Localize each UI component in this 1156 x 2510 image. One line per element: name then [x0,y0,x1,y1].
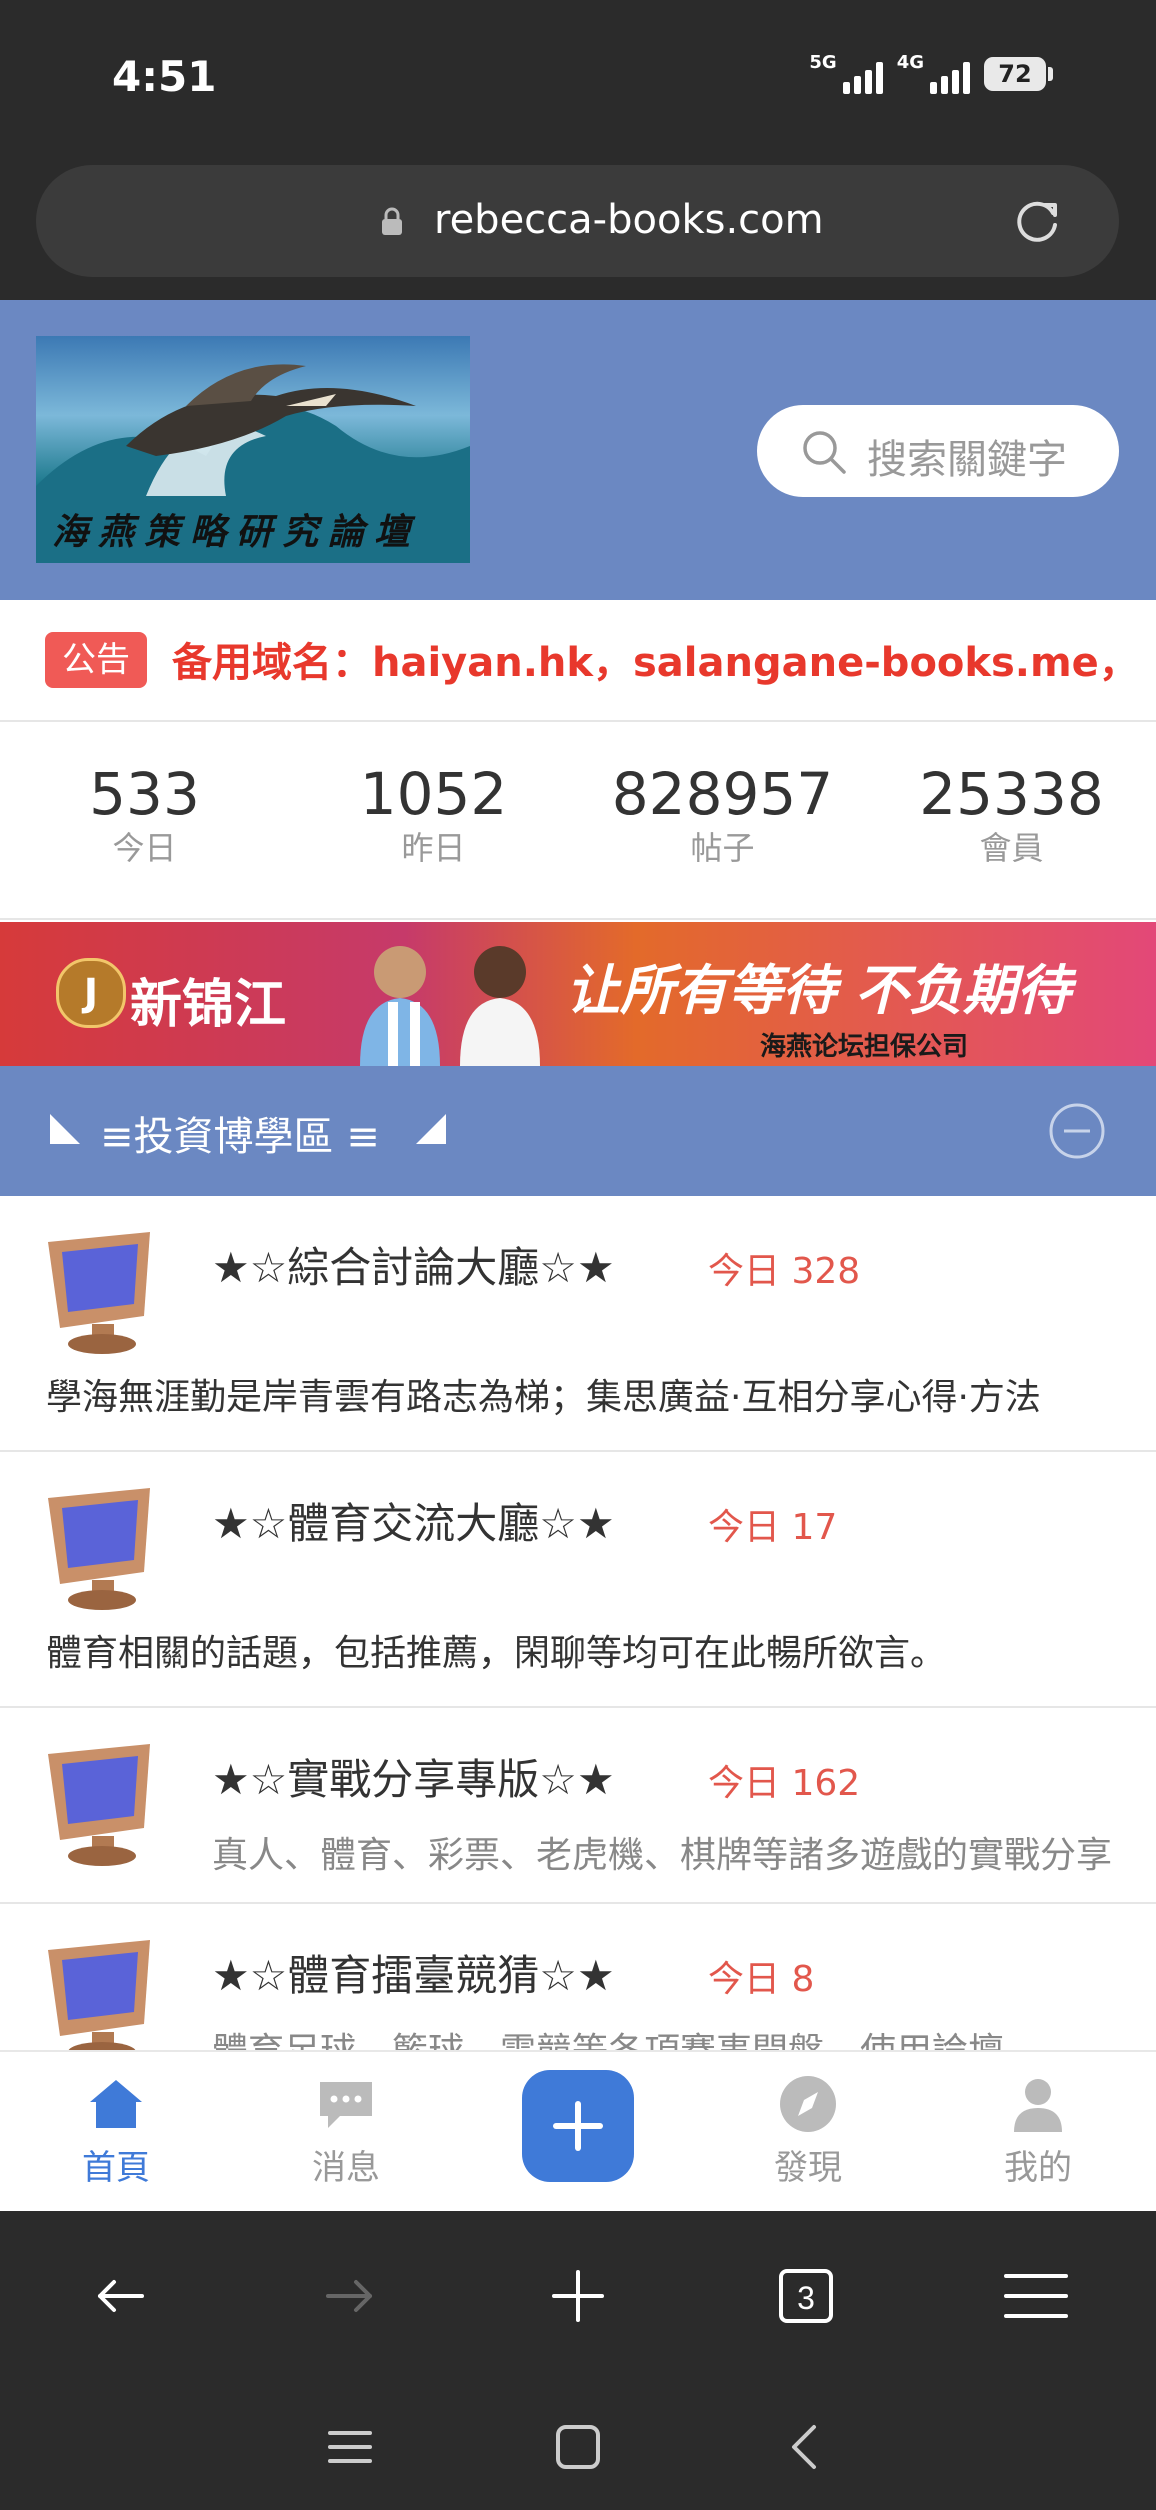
new-post-button[interactable] [522,2070,634,2182]
forum-today-count: 今日 162 [708,1763,861,1804]
recent-apps-icon[interactable] [320,2417,380,2477]
tab-discover[interactable]: 發現 [728,2072,888,2189]
tab-messages[interactable]: 消息 [266,2072,426,2189]
tabs-count-button[interactable]: 3 [766,2256,846,2336]
web-page: 海燕策略研究論壇 搜索關鍵字 公告 备用域名：haiyan.hk，salanga… [0,300,1156,2211]
forum-description: 體育相關的話題，包括推薦，閑聊等均可在此暢所欲言。 [46,1633,947,1674]
forum-today-count: 今日 328 [708,1251,861,1292]
banner-logo: J [56,958,126,1028]
site-logo[interactable]: 海燕策略研究論壇 [36,336,470,563]
plus-icon [553,2101,603,2151]
banner-brand: 新锦江 [130,975,287,1035]
search-icon [803,431,846,474]
computer-icon [48,1232,150,1354]
svg-text:3: 3 [797,2280,815,2316]
status-bar: 4:51 5G 4G 72 [0,0,1156,160]
forum-item[interactable]: ★☆體育交流大廳☆★ 今日 17 體育相關的話題，包括推薦，閑聊等均可在此暢所欲… [0,1452,1156,1708]
computer-icon [48,1940,150,2062]
browser-toolbar: 3 [0,2211,1156,2381]
section-title: ≡投資博學區 ≡ [100,1114,380,1160]
forum-name[interactable]: ★☆實戰分享專版☆★ [212,1746,615,1807]
home-square-icon[interactable] [548,2417,608,2477]
forward-arrow-icon[interactable] [310,2256,390,2336]
banner-slogan: 让所有等待 不负期待 [566,959,1071,1022]
stat-today: 533 今日 [89,760,200,867]
forum-item[interactable]: ★☆實戰分享專版☆★ 今日 162 真人、體育、彩票、老虎機、棋牌等諸多遊戲的實… [0,1708,1156,1904]
status-time: 4:51 [112,52,217,101]
search-placeholder: 搜索關鍵字 [867,437,1067,483]
forum-list: ★☆綜合討論大廳☆★ 今日 328 學海無涯勤是岸青雲有路志為梯；集思廣益·互相… [0,1196,1156,2100]
tab-home[interactable]: 首頁 [36,2072,196,2189]
battery-icon: 72 [984,57,1053,91]
collapse-icon[interactable] [1048,1102,1106,1160]
address-bar[interactable]: rebecca-books.com [36,165,1119,277]
forum-name[interactable]: ★☆體育擂臺競猜☆★ [212,1942,615,2003]
signal-4g-icon: 4G [897,54,970,94]
lock-icon [382,207,402,235]
announcement-bar[interactable]: 公告 备用域名：haiyan.hk，salangane-books.me， [0,600,1156,722]
system-back-icon[interactable] [774,2417,834,2477]
tab-mine[interactable]: 我的 [958,2072,1118,2189]
system-nav-bar [0,2381,1156,2510]
forum-name[interactable]: ★☆綜合討論大廳☆★ [212,1234,615,1295]
logo-text: 海燕策略研究論壇 [52,511,421,553]
status-icons: 5G 4G 72 [809,54,1053,94]
chat-bubble-icon [320,2082,372,2128]
user-icon [1014,2079,1062,2132]
stat-members: 25338 會員 [919,760,1104,867]
corner-right-icon [416,1114,446,1144]
forum-description: 真人、體育、彩票、老虎機、棋牌等諸多遊戲的實戰分享 [212,1835,1112,1876]
forum-item[interactable]: ★☆綜合討論大廳☆★ 今日 328 學海無涯勤是岸青雲有路志為梯；集思廣益·互相… [0,1196,1156,1452]
compass-icon [780,2076,836,2132]
forum-name[interactable]: ★☆體育交流大廳☆★ [212,1490,615,1551]
signal-5g-icon: 5G [809,54,883,94]
back-arrow-icon[interactable] [80,2256,160,2336]
forum-today-count: 今日 17 [708,1507,838,1548]
forum-stats: 533 今日 1052 昨日 828957 帖子 25338 會員 [0,722,1156,920]
reload-icon[interactable] [1009,193,1065,249]
computer-icon [48,1488,150,1610]
announcement-text[interactable]: 备用域名：haiyan.hk，salangane-books.me， [172,630,1139,688]
ad-banner[interactable]: J 新锦江 让所有等待 不负期待 海燕论坛担保公司 [0,922,1156,1066]
forum-description: 學海無涯勤是岸青雲有路志為梯；集思廣益·互相分享心得·方法 [46,1377,1041,1418]
home-icon [90,2080,142,2128]
announcement-tag: 公告 [45,632,147,688]
section-header[interactable]: ≡投資博學區 ≡ [0,1066,1156,1196]
players-image [360,946,540,1066]
stat-posts: 828957 帖子 [611,760,834,867]
search-input[interactable]: 搜索關鍵字 [757,405,1119,497]
corner-left-icon [50,1114,80,1144]
app-tab-bar: 首頁 消息 發現 我的 [0,2050,1156,2213]
stat-yesterday: 1052 昨日 [359,760,508,867]
site-header: 海燕策略研究論壇 搜索關鍵字 [0,300,1156,600]
new-tab-plus-icon[interactable] [538,2256,618,2336]
computer-icon [48,1744,150,1866]
tabs-icon: 3 [779,2269,833,2323]
banner-subtitle: 海燕论坛担保公司 [760,1032,969,1062]
url-text[interactable]: rebecca-books.com [434,197,824,243]
menu-icon[interactable] [996,2256,1076,2336]
forum-today-count: 今日 8 [708,1959,815,2000]
